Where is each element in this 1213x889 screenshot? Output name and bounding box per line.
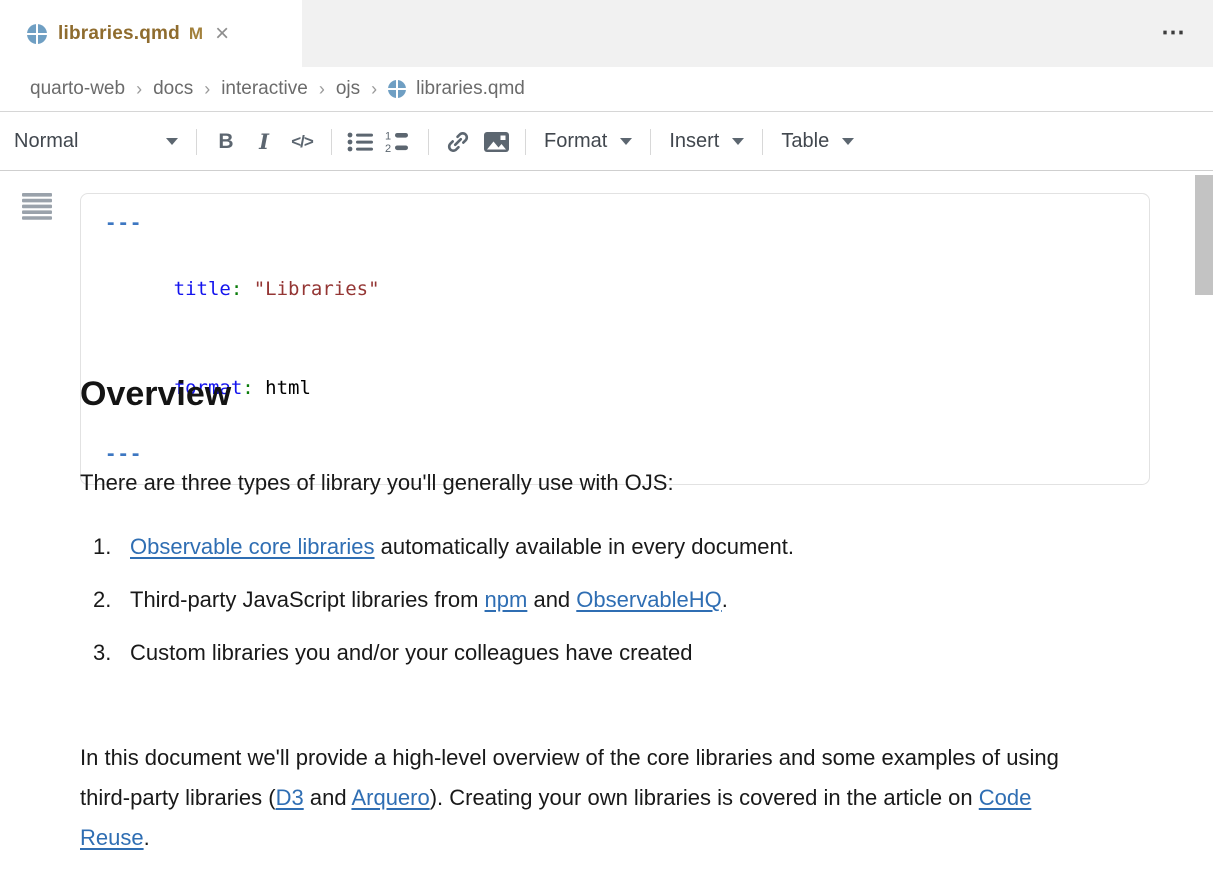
breadcrumb-item-file[interactable]: libraries.qmd <box>388 78 525 100</box>
quarto-icon <box>27 24 47 44</box>
paragraph-style-select[interactable]: Normal <box>14 130 186 153</box>
chevron-down-icon <box>842 138 854 145</box>
ordered-list: 1.Observable core libraries automaticall… <box>93 534 794 693</box>
list-item: 3.Custom libraries you and/or your colle… <box>93 640 794 666</box>
yaml-colon: : <box>242 377 253 399</box>
code-button[interactable]: </> <box>283 123 321 161</box>
breadcrumb-filename: libraries.qmd <box>416 78 525 100</box>
bold-icon: B <box>218 130 233 154</box>
list-item-text: Third-party JavaScript libraries from <box>130 587 485 612</box>
breadcrumb-item-ojs[interactable]: ojs <box>336 78 360 100</box>
format-menu[interactable]: Format <box>544 130 632 153</box>
chevron-down-icon <box>166 138 178 145</box>
list-item-text: and <box>527 587 576 612</box>
toolbar-divider <box>428 129 429 155</box>
breadcrumb-item-docs[interactable]: docs <box>153 78 193 100</box>
list-item-text: automatically available in every documen… <box>375 534 794 559</box>
list-item-text: Custom libraries you and/or your colleag… <box>130 640 693 665</box>
heading-overview: Overview <box>80 375 231 414</box>
list-item: 2.Third-party JavaScript libraries from … <box>93 587 794 613</box>
link-arquero[interactable]: Arquero <box>351 785 429 810</box>
breadcrumb-item-quarto-web[interactable]: quarto-web <box>30 78 125 100</box>
paragraph-text: ). Creating your own libraries is covere… <box>430 785 979 810</box>
intro-paragraph: There are three types of library you'll … <box>80 470 674 496</box>
insert-menu[interactable]: Insert <box>669 130 744 153</box>
paragraph-style-label: Normal <box>14 130 78 153</box>
breadcrumb-item-interactive[interactable]: interactive <box>221 78 308 100</box>
yaml-key-title: title <box>174 278 231 300</box>
paragraph-text: . <box>144 825 150 850</box>
svg-text:1: 1 <box>385 130 391 142</box>
chevron-down-icon <box>732 138 744 145</box>
formatting-toolbar: Normal B I </> 1 2 <box>0 113 1213 171</box>
link-icon <box>445 130 471 154</box>
link-observablehq[interactable]: ObservableHQ <box>576 587 722 612</box>
bulleted-list-icon <box>347 131 375 153</box>
vertical-scrollbar[interactable] <box>1195 175 1213 295</box>
bold-button[interactable]: B <box>207 123 245 161</box>
table-menu-label: Table <box>781 130 829 153</box>
tab-libraries-qmd[interactable]: libraries.qmd M × <box>0 0 302 67</box>
link-observable-core-libraries[interactable]: Observable core libraries <box>130 534 375 559</box>
numbered-list-button[interactable]: 1 2 <box>380 123 418 161</box>
modified-badge: M <box>189 24 203 44</box>
tab-bar: libraries.qmd M × ⋯ <box>0 0 1213 67</box>
insert-menu-label: Insert <box>669 130 719 153</box>
chevron-right-icon: › <box>204 79 210 100</box>
list-item-text: . <box>722 587 728 612</box>
paragraph-text: and <box>304 785 352 810</box>
list-marker: 2. <box>93 587 130 613</box>
bulleted-list-button[interactable] <box>342 123 380 161</box>
yaml-value-format: html <box>254 377 311 399</box>
toolbar-divider <box>331 129 332 155</box>
svg-text:2: 2 <box>385 143 391 154</box>
yaml-delimiter: --- <box>105 212 142 234</box>
chevron-down-icon <box>620 138 632 145</box>
breadcrumb: quarto-web › docs › interactive › ojs › … <box>0 67 1213 112</box>
italic-icon: I <box>259 129 269 154</box>
yaml-delimiter: --- <box>105 443 142 465</box>
list-item: 1.Observable core libraries automaticall… <box>93 534 794 560</box>
code-icon: </> <box>291 132 313 152</box>
link-d3[interactable]: D3 <box>276 785 304 810</box>
list-marker: 3. <box>93 640 130 666</box>
chevron-right-icon: › <box>319 79 325 100</box>
numbered-list-icon: 1 2 <box>385 130 413 154</box>
link-button[interactable] <box>439 123 477 161</box>
tab-filename: libraries.qmd <box>58 23 180 45</box>
image-icon <box>483 131 510 153</box>
more-actions-icon[interactable]: ⋯ <box>1161 18 1187 47</box>
closing-paragraph: In this document we'll provide a high-le… <box>80 738 1080 858</box>
outline-handle-icon[interactable] <box>22 193 52 220</box>
toolbar-divider <box>762 129 763 155</box>
yaml-value-title: "Libraries" <box>242 278 379 300</box>
list-marker: 1. <box>93 534 130 560</box>
toolbar-divider <box>196 129 197 155</box>
link-npm[interactable]: npm <box>485 587 528 612</box>
close-icon[interactable]: × <box>213 24 231 44</box>
image-button[interactable] <box>477 123 515 161</box>
toolbar-divider <box>525 129 526 155</box>
quarto-icon <box>388 80 406 98</box>
italic-button[interactable]: I <box>245 123 283 161</box>
yaml-colon: : <box>231 278 242 300</box>
chevron-right-icon: › <box>371 79 377 100</box>
toolbar-divider <box>650 129 651 155</box>
chevron-right-icon: › <box>136 79 142 100</box>
yaml-front-matter-block[interactable]: --- title: "Libraries" format: html --- <box>80 193 1150 485</box>
visual-editor-canvas[interactable]: --- title: "Libraries" format: html --- … <box>0 172 1213 889</box>
format-menu-label: Format <box>544 130 607 153</box>
table-menu[interactable]: Table <box>781 130 854 153</box>
